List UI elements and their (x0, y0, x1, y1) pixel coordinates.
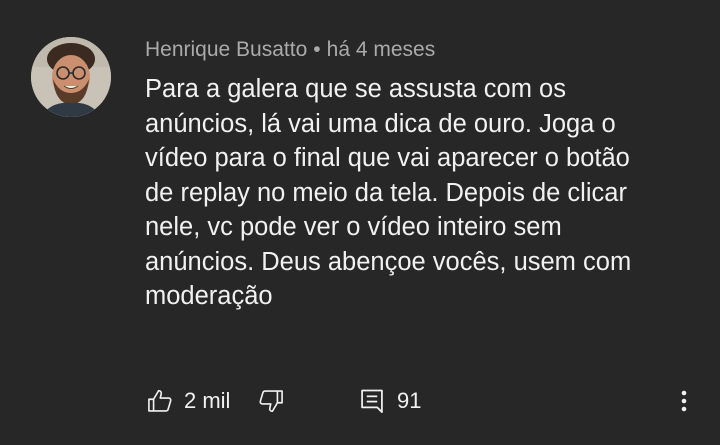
author-avatar[interactable] (31, 37, 111, 117)
comment-line: anúncios, lá vai uma dica de ouro. Joga … (145, 109, 616, 138)
user-avatar-image (31, 37, 111, 117)
comment-icon (361, 389, 383, 413)
replies-button[interactable]: 91 (359, 387, 421, 415)
comment-action-bar: 2 mil 91 (0, 380, 720, 424)
comment-thread: Henrique Busatto • há 4 meses Para a galer… (0, 0, 720, 445)
comment-header: Henrique Busatto • há 4 meses (145, 36, 435, 64)
author-name[interactable]: Henrique Busatto (145, 38, 307, 61)
header-separator: • (313, 38, 321, 61)
comment-line: anúncios. Deus abençoe vocês, usem com (145, 247, 632, 276)
more-actions-button[interactable] (672, 386, 696, 416)
comment-line: nele, vc pode ver o vídeo inteiro sem (145, 213, 562, 241)
like-button[interactable]: 2 mil (145, 387, 230, 415)
dislike-button[interactable] (256, 387, 286, 415)
comment-timestamp[interactable]: há 4 meses (327, 38, 436, 61)
like-count: 2 mil (184, 388, 231, 413)
thumbs-up-icon (148, 389, 172, 412)
reply-count: 91 (397, 388, 422, 413)
comment-line: de replay no meio da tela. Depois de cli… (145, 178, 627, 207)
comment-line: Para a galera que se assusta com os (145, 75, 566, 103)
thumbs-down-icon (259, 390, 283, 413)
comment-text: Para a galera que se assusta com os anúnc… (145, 72, 705, 314)
comment-line: moderação (145, 282, 273, 310)
more-vert-icon (681, 390, 687, 412)
comment-line: vídeo para o final que vai aparecer o bo… (145, 144, 630, 172)
